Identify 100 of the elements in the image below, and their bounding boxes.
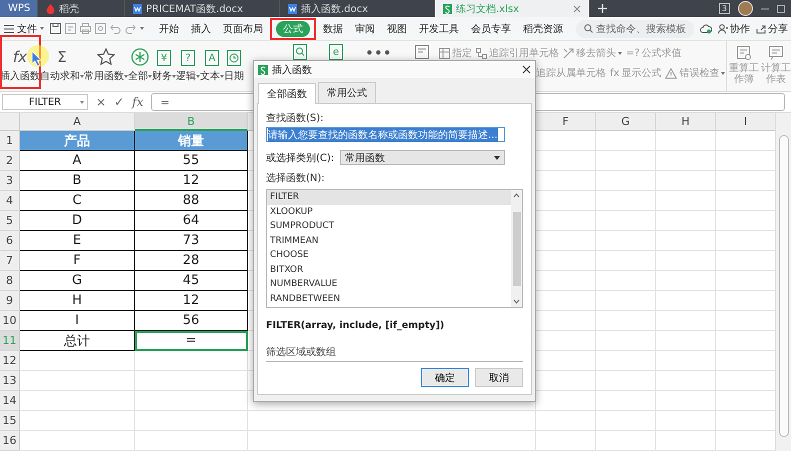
row-header[interactable]: 10 [0, 311, 20, 331]
function-icon: ••• [365, 44, 392, 62]
caret-icon [40, 27, 44, 30]
save-icon[interactable] [50, 23, 61, 34]
insert-function-button[interactable]: fx [132, 95, 144, 109]
column-header[interactable]: F [536, 113, 596, 131]
list-item[interactable]: BITXOR [267, 262, 511, 277]
sheet-icon [768, 45, 784, 61]
list-item[interactable]: NUMBERVALUE [267, 277, 511, 292]
ribbon-tab[interactable]: 会员专享 [468, 20, 514, 36]
caret-icon[interactable] [80, 101, 84, 104]
ribbon-button[interactable]: A 文本 [200, 41, 224, 91]
row-header[interactable]: 15 [0, 411, 20, 431]
column-header[interactable]: A [20, 113, 135, 131]
row-header[interactable]: 7 [0, 251, 20, 271]
flame-icon [46, 4, 55, 14]
confirm-button[interactable]: ✓ [114, 95, 124, 109]
table-cell [656, 311, 716, 331]
window-count[interactable]: 3 [718, 3, 730, 14]
magnifier-icon [293, 44, 307, 60]
minimize-icon[interactable] [761, 8, 769, 10]
ribbon-tab[interactable]: 开发工具 [416, 20, 462, 36]
clock-icon [227, 50, 241, 66]
table-cell: 45 [135, 271, 248, 291]
maximize-icon[interactable] [777, 4, 785, 12]
scroll-up-icon[interactable] [513, 193, 520, 198]
row-header[interactable]: 8 [0, 271, 20, 291]
row-header[interactable]: 6 [0, 231, 20, 251]
ribbon-button[interactable]: Σ 自动求和 [40, 41, 84, 91]
toolbar-button[interactable]: 协作 [718, 22, 750, 36]
file-menu[interactable]: 文件 [4, 22, 44, 36]
ribbon-tab[interactable]: 开始 [156, 20, 182, 36]
table-cell [656, 251, 716, 271]
table-cell: 55 [135, 151, 248, 171]
scroll-down-icon[interactable] [513, 299, 520, 304]
list-item[interactable]: SUMPRODUCT [267, 219, 511, 234]
app-icon [258, 64, 268, 74]
ribbon-button[interactable]: ? 逻辑 [176, 41, 200, 91]
close-icon[interactable] [522, 65, 531, 74]
column-header[interactable]: I [716, 113, 776, 131]
ribbon-tab[interactable]: 页面布局 [220, 20, 266, 36]
list-item[interactable]: XLOOKUP [267, 204, 511, 219]
ribbon-tab[interactable]: 审阅 [352, 20, 378, 36]
list-item[interactable]: FILTER [267, 190, 511, 204]
row-header[interactable]: 3 [0, 171, 20, 191]
caret-icon [494, 156, 500, 160]
row-header[interactable]: 1 [0, 131, 20, 151]
row-header[interactable]: 16 [0, 431, 20, 451]
cloud-icon[interactable] [700, 24, 712, 34]
table-cell: 12 [135, 291, 248, 311]
ribbon-tab[interactable]: 视图 [384, 20, 410, 36]
cancel-button[interactable]: 取消 [475, 368, 523, 387]
toolbar-button[interactable]: 分享 [756, 22, 788, 36]
column-header[interactable]: H [656, 113, 716, 131]
ribbon-button[interactable]: 日期 [224, 41, 244, 91]
ribbon-tab[interactable]: 稻壳资源 [520, 20, 566, 36]
row-header[interactable]: 4 [0, 191, 20, 211]
name-box[interactable]: FILTER [2, 94, 88, 110]
ok-button[interactable]: 确定 [421, 368, 469, 387]
table-cell: I [20, 311, 135, 331]
table-cell [656, 271, 716, 291]
share-icon [756, 24, 766, 34]
row-header[interactable]: 2 [0, 151, 20, 171]
scrollbar[interactable] [511, 190, 522, 307]
function-icon: ¥ [157, 50, 171, 66]
column-header[interactable]: G [596, 113, 656, 131]
ribbon-button[interactable]: 常用函数 [84, 41, 128, 91]
ribbon-tab[interactable]: 插入 [188, 20, 214, 36]
ribbon-button[interactable]: ¥ 财务 [152, 41, 176, 91]
table-cell: 88 [135, 191, 248, 211]
scrollbar[interactable] [775, 113, 791, 451]
menu-icon[interactable] [4, 24, 14, 32]
table-cell [656, 231, 716, 251]
list-item[interactable]: CHOOSE [267, 248, 511, 262]
cursor-icon [31, 50, 42, 67]
search-field[interactable]: 查找命令、搜索模板 [576, 20, 694, 38]
table-cell [596, 191, 656, 211]
category-dropdown[interactable]: 常用函数 [340, 150, 506, 165]
add-tab-icon[interactable] [598, 4, 607, 13]
cancel-button[interactable]: × [96, 95, 106, 109]
row-header[interactable]: 14 [0, 391, 20, 411]
dialog-tab[interactable]: 全部函数 [258, 83, 316, 104]
ribbon-button[interactable]: 全部 [128, 41, 152, 91]
row-header[interactable]: 12 [0, 351, 20, 371]
search-field[interactable]: 请输入您要查找的函数名称或函数功能的简要描述... [266, 127, 505, 142]
document-tab[interactable]: WPS [0, 0, 38, 17]
ribbon-tab[interactable]: 数据 [320, 20, 346, 36]
search-icon [584, 24, 593, 33]
document-icon [288, 4, 297, 14]
list-item[interactable]: TRIMMEAN [267, 234, 511, 248]
table-cell [656, 331, 716, 351]
row-header[interactable]: 9 [0, 291, 20, 311]
table-cell [596, 131, 656, 151]
row-header[interactable]: 5 [0, 211, 20, 231]
row-header[interactable]: 13 [0, 371, 20, 391]
dialog-tab[interactable]: 常用公式 [318, 82, 376, 103]
table-cell [656, 431, 716, 451]
table-cell [656, 131, 716, 151]
list-item[interactable]: RANDBETWEEN [267, 292, 511, 306]
avatar[interactable] [738, 1, 753, 16]
